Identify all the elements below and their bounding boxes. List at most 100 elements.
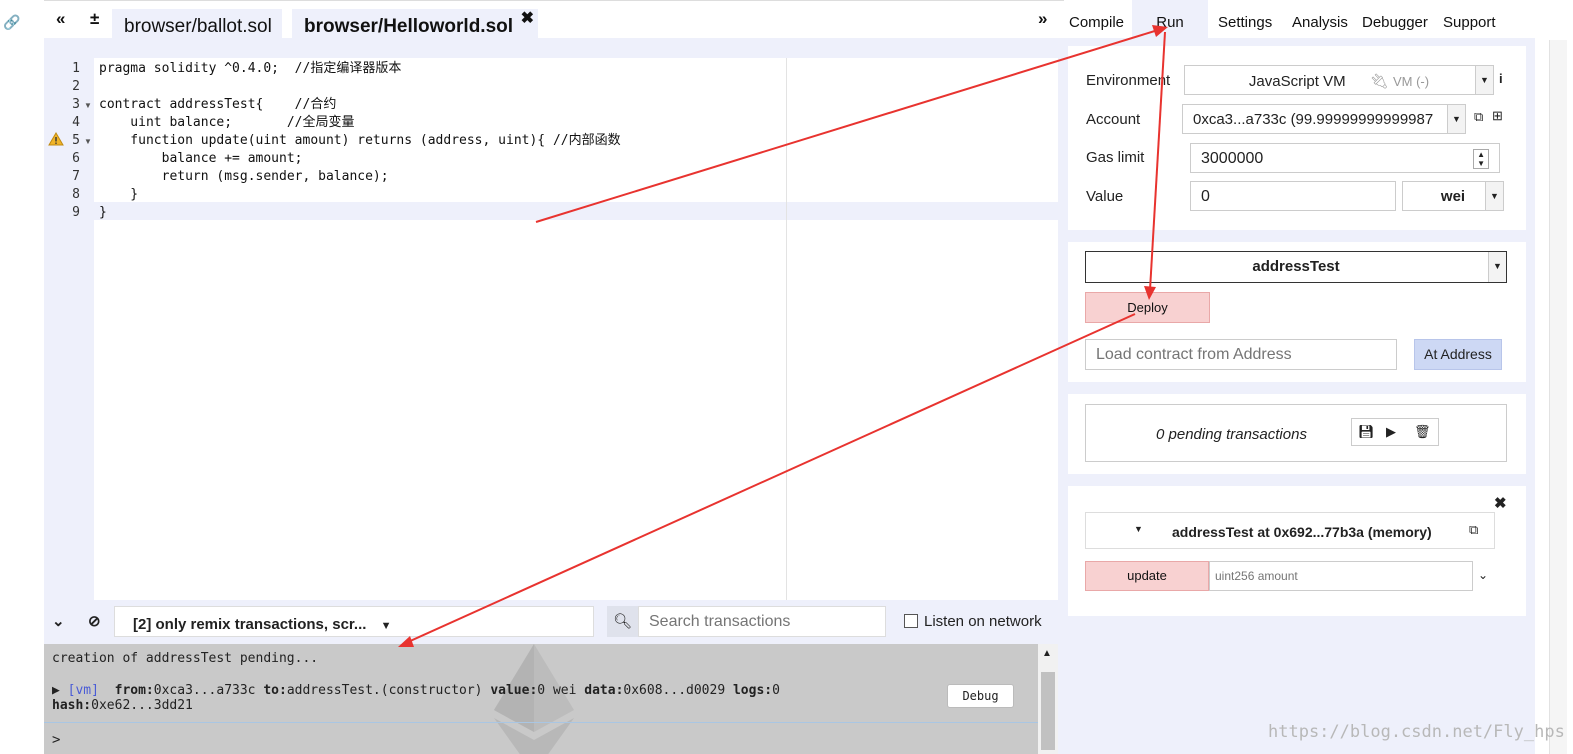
account-value: 0xca3...a733c (99.99999999999987: [1193, 111, 1434, 128]
code-line: contract addressTest{ //合约: [99, 97, 337, 112]
tab-label: browser/Helloworld.sol: [304, 16, 514, 37]
environment-value: JavaScript VM: [1248, 73, 1346, 90]
play-icon[interactable]: ▶: [1386, 424, 1396, 440]
pending-actions: 💾︎ ▶ 🗑︎: [1351, 418, 1439, 446]
console-prompt[interactable]: >: [52, 732, 60, 748]
clear-console-icon[interactable]: ⊘: [88, 612, 101, 630]
line-number: 2: [72, 79, 80, 94]
right-panel-tabs: Compile Run Settings Analysis Debugger S…: [1064, 0, 1524, 38]
at-address-button[interactable]: At Address: [1414, 339, 1502, 370]
terminal-divider: [44, 722, 1038, 723]
data-key: data:: [584, 683, 624, 698]
environment-select[interactable]: JavaScript VM 🔌︎ VM (-) ▼: [1184, 65, 1494, 95]
tab-label: browser/ballot.sol: [124, 16, 272, 37]
hash-key: hash:: [52, 698, 92, 713]
ethereum-logo-icon: [494, 644, 574, 754]
logs-key: logs:: [732, 683, 773, 698]
tab-helloworld[interactable]: browser/Helloworld.sol ✖: [292, 9, 538, 39]
deploy-button[interactable]: Deploy: [1085, 292, 1210, 323]
stepper-icon[interactable]: ▲ ▼: [1473, 149, 1489, 169]
close-icon[interactable]: ✖: [1494, 494, 1507, 512]
scroll-up-icon[interactable]: ▲: [1042, 648, 1052, 659]
search-transactions-input[interactable]: [638, 606, 886, 637]
code-line: }: [99, 205, 107, 220]
line-number: 7: [72, 169, 80, 184]
caret-down-icon[interactable]: ▼: [1134, 524, 1143, 534]
minimize-terminal-icon[interactable]: ⌄: [52, 612, 65, 630]
search-icon[interactable]: 🔍︎: [607, 606, 638, 637]
plug-icon: 🔌︎: [1369, 73, 1389, 90]
value-unit: wei: [1440, 188, 1466, 205]
listen-network-toggle[interactable]: Listen on network: [904, 613, 1042, 630]
copy-icon[interactable]: ⧉: [1474, 109, 1483, 125]
instance-header[interactable]: ▼ addressTest at 0x692...77b3a (memory) …: [1085, 512, 1495, 549]
contract-name: addressTest: [1252, 258, 1340, 275]
code-line: }: [99, 187, 139, 202]
gas-limit-label: Gas limit: [1086, 149, 1145, 166]
transaction-log-line[interactable]: ▶ [vm] from:0xca3...a733c to:addressTest…: [52, 683, 780, 698]
tab-run[interactable]: Run: [1132, 0, 1208, 38]
right-edge-scrollbar-area: [1535, 0, 1573, 754]
trash-icon[interactable]: 🗑︎: [1414, 424, 1431, 440]
line-number: 8: [72, 187, 80, 202]
code-line: return (msg.sender, balance);: [99, 169, 389, 184]
transaction-filter-select[interactable]: [2] only remix transactions, scr... ▼: [114, 606, 594, 637]
tab-settings[interactable]: Settings: [1218, 14, 1272, 31]
tab-ballot[interactable]: browser/ballot.sol: [112, 9, 282, 39]
account-select[interactable]: 0xca3...a733c (99.99999999999987 ▼: [1182, 104, 1466, 134]
code-line: function update(uint amount) returns (ad…: [99, 133, 621, 148]
pending-message: creation of addressTest pending...: [52, 651, 319, 666]
vm-label: VM (-): [1392, 74, 1430, 89]
scroll-thumb[interactable]: [1041, 672, 1055, 750]
info-icon[interactable]: i: [1499, 71, 1503, 86]
left-strip: 🔗: [0, 0, 44, 754]
code-editor[interactable]: pragma solidity ^0.4.0; //指定编译器版本 contra…: [94, 58, 1058, 600]
run-panel: Environment JavaScript VM 🔌︎ VM (-) ▼ i …: [1058, 38, 1535, 754]
chevron-down-icon: ▼: [1475, 66, 1493, 94]
gas-limit-value: 3000000: [1201, 150, 1264, 167]
pending-count: 0 pending transactions: [1156, 426, 1307, 443]
listen-checkbox[interactable]: [904, 614, 918, 628]
gas-limit-input[interactable]: 3000000 ▲ ▼: [1190, 143, 1500, 173]
plus-square-icon[interactable]: ⊞: [1492, 108, 1503, 124]
chevron-down-icon[interactable]: ⌄: [1478, 568, 1488, 582]
update-amount-input[interactable]: [1209, 561, 1473, 591]
value-unit-select[interactable]: wei ▼: [1402, 181, 1504, 211]
debug-button[interactable]: Debug: [947, 684, 1014, 708]
code-line: pragma solidity ^0.4.0; //指定编译器版本: [99, 61, 402, 76]
from-key: from:: [114, 683, 154, 698]
tab-compile[interactable]: Compile: [1069, 14, 1124, 31]
editor-tabbar: « ± browser/ballot.sol browser/Helloworl…: [44, 0, 1064, 39]
listen-label: Listen on network: [924, 613, 1042, 630]
collapse-left-button[interactable]: «: [56, 9, 65, 29]
contract-select[interactable]: addressTest ▼: [1085, 251, 1507, 283]
load-address-input[interactable]: [1085, 339, 1397, 370]
fold-arrow-icon[interactable]: ▼: [84, 101, 92, 110]
copy-icon[interactable]: ⧉: [1469, 522, 1478, 538]
tab-debugger[interactable]: Debugger: [1362, 14, 1428, 31]
caret-down-icon: ▼: [380, 620, 392, 632]
line-number: 1: [72, 61, 80, 76]
add-file-button[interactable]: ±: [90, 9, 99, 29]
collapse-right-button[interactable]: »: [1038, 9, 1047, 29]
fold-arrow-icon[interactable]: ▼: [84, 137, 92, 146]
close-icon[interactable]: ✖: [521, 1, 534, 37]
page-scrollbar[interactable]: [1549, 40, 1567, 754]
update-function-button[interactable]: update: [1085, 561, 1209, 591]
active-line-highlight: [94, 202, 1058, 220]
terminal-output: creation of addressTest pending... ▶ [vm…: [44, 644, 1038, 754]
chevron-down-icon: ▼: [1488, 252, 1506, 282]
pending-transactions-card: 0 pending transactions 💾︎ ▶ 🗑︎: [1068, 394, 1526, 474]
terminal-scrollbar[interactable]: ▲: [1038, 644, 1058, 754]
line-number: 4: [72, 115, 80, 130]
tab-support[interactable]: Support: [1443, 14, 1496, 31]
filter-label: [2] only remix transactions, scr...: [133, 616, 367, 633]
warning-icon[interactable]: [48, 132, 64, 146]
value-input[interactable]: 0: [1190, 181, 1396, 211]
value-value: 0 wei: [537, 683, 577, 698]
terminal-toolbar: ⌄ ⊘ [2] only remix transactions, scr... …: [44, 600, 1058, 644]
expand-arrow-icon[interactable]: ▶: [52, 683, 60, 698]
save-icon[interactable]: 💾︎: [1358, 424, 1375, 440]
link-icon[interactable]: 🔗: [3, 14, 20, 31]
tab-analysis[interactable]: Analysis: [1292, 14, 1348, 31]
